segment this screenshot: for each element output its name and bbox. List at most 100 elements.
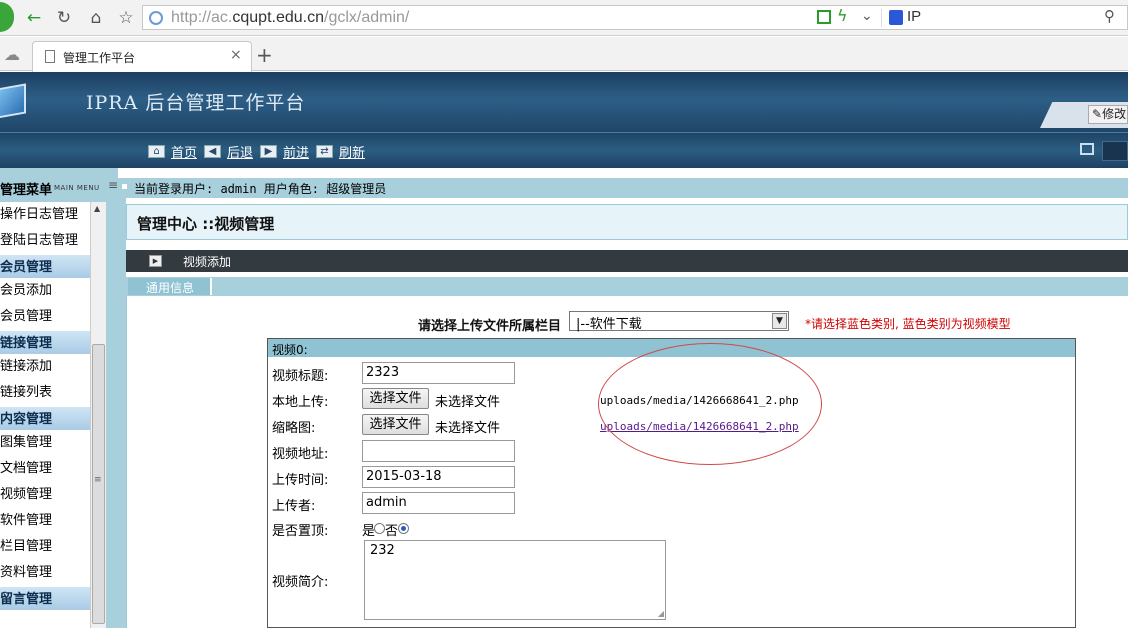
close-icon[interactable]: × <box>230 47 242 63</box>
sidebar-category[interactable]: 留言管理 <box>0 586 90 610</box>
sidebar: 管理菜单 MAIN MENU ≡ 操作日志管理 登陆日志管理 会员管理 会员添加… <box>0 168 118 628</box>
browser-address-bar: ← ↻ ⌂ ☆ http://ac.cqupt.edu.cn/gclx/admi… <box>0 0 1128 36</box>
browser-tab[interactable]: 管理工作平台 × <box>32 41 252 72</box>
toolbar-back-label[interactable]: 后退 <box>227 142 253 161</box>
sidebar-heading-en: MAIN MENU <box>54 184 100 192</box>
qr-code-icon[interactable] <box>817 10 831 24</box>
sidebar-item[interactable]: 操作日志管理 <box>0 202 90 228</box>
grip-icon: ≡ <box>94 475 102 485</box>
video-add-link[interactable]: 视频添加 <box>183 253 231 270</box>
browser-tab-bar: ☁ 管理工作平台 × + <box>0 37 1128 72</box>
description-textarea[interactable]: 232 ◢ <box>364 540 666 620</box>
screen-icon[interactable] <box>1080 143 1094 155</box>
refresh-icon: ⇄ <box>316 144 333 158</box>
toolbar-forward-label[interactable]: 前进 <box>283 142 309 161</box>
new-tab-button[interactable]: + <box>256 43 273 67</box>
separator <box>881 9 882 27</box>
toolbar-right-panel <box>1102 141 1128 161</box>
modify-button[interactable]: ✎修改 <box>1088 105 1128 124</box>
chevron-down-icon[interactable]: ⌄ <box>861 8 873 24</box>
toolbar-refresh-label[interactable]: 刷新 <box>339 142 365 161</box>
no-thumbnail-text: 未选择文件 <box>435 421 501 436</box>
sidebar-item[interactable]: 登陆日志管理 <box>0 228 90 254</box>
chevron-down-icon[interactable]: ▼ <box>772 313 787 329</box>
category-label: 请选择上传文件所属栏目 <box>418 319 562 334</box>
video-form-heading: 视频0: <box>272 343 308 357</box>
page-header-title: IPRA 后台管理工作平台 <box>86 92 306 114</box>
action-bar: ▶ 视频添加 <box>126 250 1128 272</box>
pin-no-label: 否 <box>385 524 399 539</box>
sidebar-category[interactable]: 会员管理 <box>0 254 90 278</box>
sidebar-item[interactable]: 会员管理 <box>0 304 90 330</box>
video-url-input[interactable] <box>362 440 515 462</box>
description-text: 232 <box>370 543 395 558</box>
sidebar-item[interactable]: 会员添加 <box>0 278 90 304</box>
pin-no-radio[interactable] <box>398 523 409 534</box>
choose-thumbnail-button[interactable]: 选择文件 <box>362 414 429 435</box>
sidebar-item[interactable]: 文档管理 <box>0 456 90 482</box>
back-arrow-icon[interactable]: ← <box>22 6 46 30</box>
toolbar-refresh[interactable]: ⇄ 刷新 <box>316 142 365 161</box>
local-upload-label: 本地上传: <box>272 395 329 410</box>
toolbar-home-label[interactable]: 首页 <box>171 142 197 161</box>
sidebar-item[interactable]: 软件管理 <box>0 508 90 534</box>
scroll-up-arrow-icon[interactable]: ▲ <box>94 204 100 213</box>
sidebar-item[interactable]: 链接列表 <box>0 380 90 406</box>
sidebar-item[interactable]: 图集管理 <box>0 430 90 456</box>
sidebar-scrollbar[interactable]: ▲ ≡ <box>90 202 106 628</box>
login-status-bar: 当前登录用户: admin 用户角色: 超级管理员 <box>118 178 1128 198</box>
video-title-label: 视频标题: <box>272 369 329 384</box>
pin-yes-radio[interactable] <box>374 523 385 534</box>
upload-time-input[interactable]: 2015-03-18 <box>362 466 515 488</box>
no-file-text: 未选择文件 <box>435 395 501 410</box>
cloud-icon[interactable]: ☁ <box>4 45 20 64</box>
thumbnail-label: 缩略图: <box>272 421 316 436</box>
category-select[interactable]: |--软件下载 ▼ <box>569 311 789 332</box>
arrow-right-icon: ▶ <box>260 144 277 158</box>
tab-general-info[interactable]: 通用信息 <box>128 278 212 295</box>
sidebar-item[interactable]: 资料管理 <box>0 560 90 586</box>
video-url-label: 视频地址: <box>272 447 329 462</box>
reload-icon[interactable]: ↻ <box>52 6 76 30</box>
sidebar-item[interactable]: 视频管理 <box>0 482 90 508</box>
tab-general-info-label: 通用信息 <box>146 281 195 295</box>
scrollbar-thumb[interactable]: ≡ <box>92 344 105 624</box>
choose-file-button[interactable]: 选择文件 <box>362 388 429 409</box>
annotation-ellipse <box>598 343 822 465</box>
resize-grip-icon[interactable]: ◢ <box>658 609 664 618</box>
toolbar-home[interactable]: ⌂ 首页 <box>148 142 197 161</box>
uploader-input[interactable]: admin <box>362 492 515 514</box>
form-area: 请选择上传文件所属栏目 |--软件下载 ▼ *请选择蓝色类别, 蓝色类别为视频模… <box>126 296 1128 628</box>
page-title-bar: 管理中心 ::视频管理 <box>126 204 1128 240</box>
sidebar-menu: 操作日志管理 登陆日志管理 会员管理 会员添加 会员管理 链接管理 链接添加 链… <box>0 202 90 628</box>
tab-title: 管理工作平台 <box>63 51 136 65</box>
home-icon[interactable]: ⌂ <box>84 6 108 30</box>
nav-toolbar: ⌂ 首页 ◀ 后退 ▶ 前进 ⇄ 刷新 <box>0 132 1128 168</box>
search-engine-term[interactable]: IP <box>907 8 921 25</box>
document-icon <box>45 50 55 63</box>
video-title-input[interactable]: 2323 <box>362 362 515 384</box>
bullet-icon <box>122 184 127 189</box>
description-label: 视频简介: <box>272 575 329 590</box>
pin-yes-label: 是 <box>362 524 376 539</box>
toolbar-forward[interactable]: ▶ 前进 <box>260 142 309 161</box>
category-select-value: |--软件下载 <box>576 317 642 332</box>
sidebar-category[interactable]: 链接管理 <box>0 330 90 354</box>
main-left-gutter <box>118 198 126 628</box>
sidebar-item[interactable]: 栏目管理 <box>0 534 90 560</box>
pin-top-label: 是否置顶: <box>272 524 329 539</box>
url-field[interactable]: http://ac.cqupt.edu.cn/gclx/admin/ ϟ ⌄ I… <box>142 5 1128 30</box>
lightning-icon[interactable]: ϟ <box>837 6 848 25</box>
toolbar-back[interactable]: ◀ 后退 <box>204 142 253 161</box>
page-header: IPRA 后台管理工作平台 ✎修改 <box>0 72 1128 132</box>
sidebar-category[interactable]: 内容管理 <box>0 406 90 430</box>
globe-icon <box>149 11 163 25</box>
play-icon[interactable]: ▶ <box>149 255 162 267</box>
star-icon[interactable]: ☆ <box>114 6 138 30</box>
baidu-paw-icon[interactable] <box>889 10 903 25</box>
url-text: http://ac.cqupt.edu.cn/gclx/admin/ <box>171 9 410 26</box>
sidebar-item[interactable]: 链接添加 <box>0 354 90 380</box>
search-icon[interactable]: ⚲ <box>1104 7 1115 25</box>
menu-lines-icon[interactable]: ≡ <box>108 178 118 192</box>
browser-logo-icon <box>0 2 14 32</box>
